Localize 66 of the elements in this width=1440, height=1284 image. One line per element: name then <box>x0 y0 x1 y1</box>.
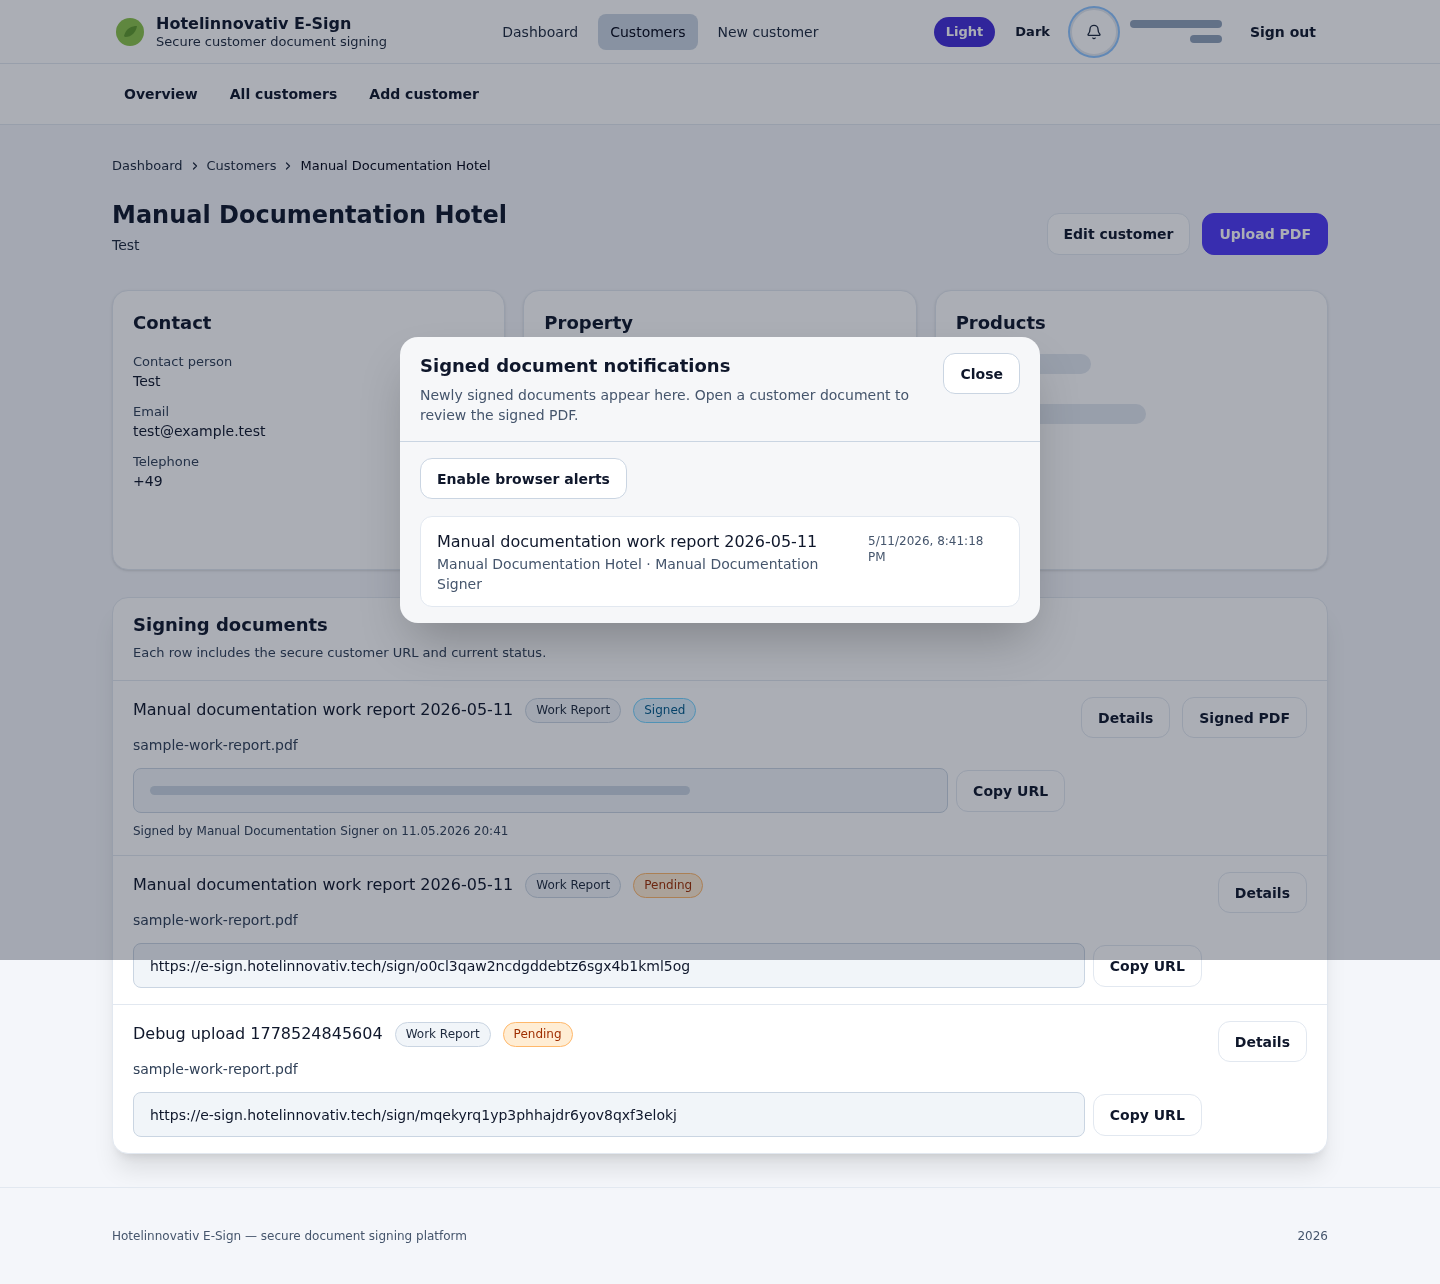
document-title: Manual documentation work report 2026-05-11 <box>133 874 514 896</box>
notifications-button[interactable] <box>1069 7 1118 56</box>
url-field[interactable]: https://e-sign.hotelinnovativ.tech/sign/mqekyrq1yp3phhajdr6yov8qxf3elokj <box>133 1092 1085 1137</box>
details-button[interactable]: Details <box>1217 872 1307 913</box>
edit-button[interactable]: Edit customer <box>1046 213 1191 255</box>
document-title: Debug upload 1778524845604 <box>133 1023 383 1045</box>
card-title: Products <box>955 311 1046 335</box>
text-placeholder-bar <box>1189 35 1222 43</box>
field-value: test@example.test <box>133 422 266 441</box>
download-button[interactable]: Signed PDF <box>1182 697 1307 738</box>
footer-year: 2026 <box>1297 1228 1328 1245</box>
status-badge: Pending <box>502 1021 573 1047</box>
sub-nav-link[interactable]: Overview <box>112 76 210 112</box>
logo-icon <box>116 17 144 46</box>
card-title: Contact <box>133 311 212 335</box>
card-title: Property <box>544 311 634 335</box>
copy-url-button[interactable]: Copy URL <box>1092 944 1202 987</box>
breadcrumb-link[interactable]: Dashboard <box>112 157 183 175</box>
footer-text: Hotelinnovativ E-Sign — secure document signing platform <box>112 1228 468 1245</box>
enable-alerts-button[interactable]: Enable browser alerts <box>420 458 627 499</box>
brand-tagline: Secure customer document signing <box>156 33 387 50</box>
close-button[interactable]: Close <box>943 353 1020 394</box>
file-name: sample-work-report.pdf <box>133 736 298 755</box>
field-label: Email <box>133 403 170 421</box>
theme-toggle-button[interactable]: Light <box>933 16 996 47</box>
copy-url-button[interactable]: Copy URL <box>1092 1093 1202 1136</box>
sign-out-button[interactable]: Sign out <box>1237 13 1328 50</box>
status-badge: Pending <box>633 872 704 898</box>
details-button[interactable]: Details <box>1081 697 1171 738</box>
details-button[interactable]: Details <box>1217 1021 1307 1062</box>
section-title: Signing documents <box>133 613 328 637</box>
status-badge: Signed <box>633 697 697 723</box>
notification-item[interactable]: Manual documentation work report 2026-05-11 Manual Documentation Hotel · Manual Documentation Signer 5/11/2026, 8:41:18 PM <box>420 516 1020 607</box>
field-value: Test <box>133 372 161 391</box>
nav-link[interactable]: New customer <box>705 13 831 50</box>
dialog-title: Signed document notifications <box>420 354 732 378</box>
url-field[interactable]: https://e-sign.hotelinnovativ.tech/sign/o0cl3qaw2ncdgddebtz6sgx4b1kml5og <box>133 943 1085 988</box>
url-field[interactable] <box>133 768 949 813</box>
breadcrumb-current: Manual Documentation Hotel <box>300 157 491 175</box>
notification-time: 5/11/2026, 8:41:18 PM <box>868 533 985 566</box>
field-label: Contact person <box>133 353 233 371</box>
field-label: Telephone <box>133 453 200 471</box>
signed-note: Signed by Manual Documentation Signer on 11.05.2026 20:41 <box>133 823 509 839</box>
file-name: sample-work-report.pdf <box>133 911 298 930</box>
copy-url-button[interactable]: Copy URL <box>956 769 1066 812</box>
bell-icon <box>1085 23 1102 40</box>
nav-link[interactable]: Customers <box>598 13 698 50</box>
document-type-tag: Work Report <box>525 872 622 898</box>
sub-nav-link[interactable]: Add customer <box>357 76 491 112</box>
page-subtitle: Test <box>112 236 140 255</box>
nav-link[interactable]: Dashboard <box>490 13 591 50</box>
theme-toggle-button[interactable]: Dark <box>1003 16 1062 47</box>
notification-title: Manual documentation work report 2026-05-11 <box>437 531 819 553</box>
section-subtitle: Each row includes the secure customer URL and current status. <box>133 644 547 662</box>
brand-name: Hotelinnovativ E-Sign <box>156 13 352 34</box>
dialog-description: Newly signed documents appear here. Open a customer document to review the signed PDF. <box>420 386 911 425</box>
document-type-tag: Work Report <box>394 1021 491 1047</box>
sub-nav-link[interactable]: All customers <box>217 76 350 112</box>
upload-button[interactable]: Upload PDF <box>1202 213 1328 255</box>
breadcrumb-link[interactable]: Customers <box>206 157 277 175</box>
notification-meta: Manual Documentation Hotel · Manual Documentation Signer <box>437 555 820 594</box>
page-title: Manual Documentation Hotel <box>112 200 507 231</box>
field-value: +49 <box>133 472 163 491</box>
document-title: Manual documentation work report 2026-05-11 <box>133 699 514 721</box>
document-type-tag: Work Report <box>525 697 622 723</box>
file-name: sample-work-report.pdf <box>133 1060 298 1079</box>
